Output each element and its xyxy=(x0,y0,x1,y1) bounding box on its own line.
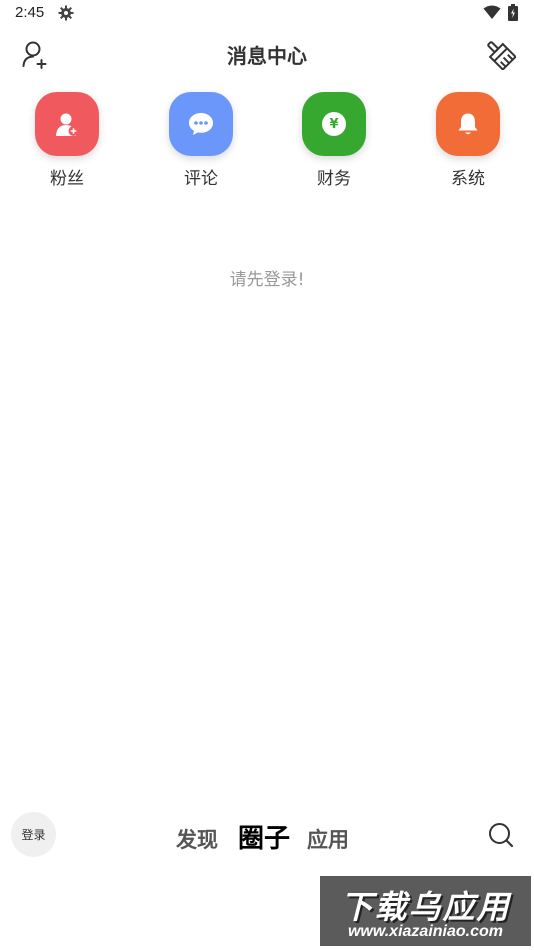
tab-circle[interactable]: 圈子 xyxy=(238,818,290,855)
yen-symbol: ¥ xyxy=(322,112,346,136)
category-fans[interactable]: 粉丝 xyxy=(22,92,112,192)
gear-icon xyxy=(58,5,74,21)
watermark-logo: 下载乌应用 www.xiazainiao.com xyxy=(320,876,531,946)
login-button[interactable]: 登录 xyxy=(11,812,56,857)
finance-icon: ¥ xyxy=(302,92,366,156)
tab-apps[interactable]: 应用 xyxy=(307,824,349,854)
category-label: 评论 xyxy=(184,169,218,189)
clean-brush-icon[interactable] xyxy=(484,38,516,70)
category-comments[interactable]: 评论 xyxy=(156,92,246,192)
comment-icon xyxy=(169,92,233,156)
empty-state-text: 请先登录! xyxy=(229,270,305,290)
bell-icon xyxy=(436,92,500,156)
category-label: 系统 xyxy=(451,169,485,189)
watermark-url: www.xiazainiao.com xyxy=(347,923,503,940)
category-label: 财务 xyxy=(317,169,351,189)
battery-charging-icon xyxy=(508,4,518,21)
watermark-title: 下载乌应用 xyxy=(340,888,511,926)
category-system[interactable]: 系统 xyxy=(423,92,513,192)
status-bar: 2:45 xyxy=(0,0,534,28)
tab-discover[interactable]: 发现 xyxy=(176,824,218,854)
category-finance[interactable]: ¥ 财务 xyxy=(289,92,379,192)
fans-icon xyxy=(35,92,99,156)
status-time: 2:45 xyxy=(15,4,45,21)
category-row: 粉丝 评论 ¥ 财务 系统 xyxy=(0,92,534,192)
search-icon[interactable] xyxy=(487,821,515,849)
category-label: 粉丝 xyxy=(50,169,84,189)
header: 消息中心 xyxy=(0,30,534,78)
page-title: 消息中心 xyxy=(227,44,307,68)
wifi-icon xyxy=(483,5,501,19)
